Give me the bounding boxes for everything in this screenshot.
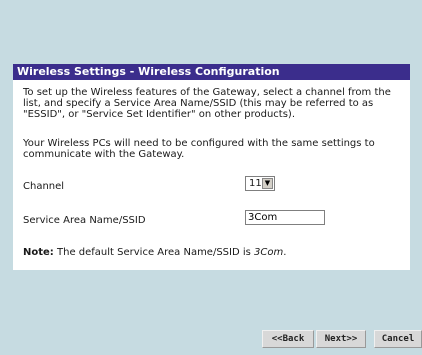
panel-title: Wireless Settings - Wireless Configurati… [13, 64, 410, 80]
channel-select[interactable]: 11 ▼ [245, 176, 275, 191]
cancel-button[interactable]: Cancel [374, 330, 422, 348]
intro-text-secondary: Your Wireless PCs will need to be config… [23, 138, 375, 160]
chevron-down-icon[interactable]: ▼ [262, 178, 273, 189]
wireless-config-panel: Wireless Settings - Wireless Configurati… [13, 64, 410, 270]
note-default-ssid: 3Com [254, 247, 284, 258]
next-button[interactable]: Next>> [316, 330, 366, 348]
ssid-note: Note: The default Service Area Name/SSID… [23, 247, 286, 258]
ssid-input[interactable] [245, 210, 325, 225]
intro-text: To set up the Wireless features of the G… [23, 87, 391, 120]
back-button[interactable]: <<Back [262, 330, 314, 348]
note-prefix: Note: [23, 247, 54, 258]
channel-label: Channel [23, 181, 65, 192]
note-suffix: . [283, 247, 287, 258]
note-text: The default Service Area Name/SSID is [53, 247, 255, 258]
ssid-label: Service Area Name/SSID [23, 215, 146, 226]
channel-value: 11 [249, 178, 262, 189]
